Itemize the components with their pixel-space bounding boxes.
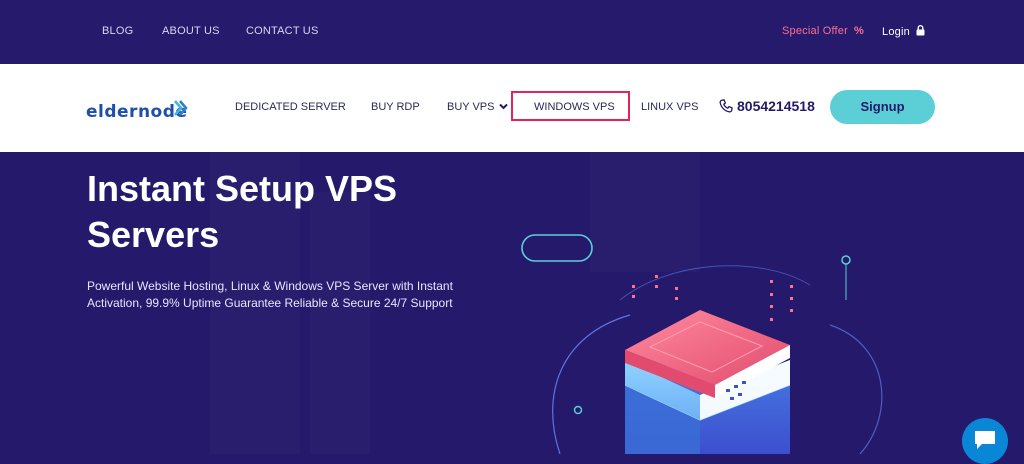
phone-number[interactable]: 8054214518 (719, 98, 815, 114)
nav-dedicated-server[interactable]: DEDICATED SERVER (235, 101, 346, 113)
lock-icon (916, 25, 925, 39)
top-bar: BLOG ABOUT US CONTACT US Special Offer% … (0, 0, 1024, 64)
blog-link[interactable]: BLOG (102, 25, 133, 37)
special-offer-link[interactable]: Special Offer% (782, 25, 864, 37)
signup-button[interactable]: Signup (830, 90, 935, 124)
chat-button[interactable] (962, 418, 1008, 464)
logo-text: eldernode (86, 102, 188, 122)
special-offer-label: Special Offer (782, 25, 848, 37)
about-us-link[interactable]: ABOUT US (162, 25, 220, 37)
login-label: Login (882, 26, 910, 38)
chevron-down-icon (498, 101, 508, 113)
vps-server-illustration (521, 234, 883, 454)
percent-icon: % (853, 25, 864, 37)
hero-subtitle-line-1: Powerful Website Hosting, Linux & Window… (87, 279, 453, 293)
hero-subtitle: Powerful Website Hosting, Linux & Window… (87, 278, 487, 312)
contact-us-link[interactable]: CONTACT US (246, 25, 319, 37)
chat-icon (975, 431, 995, 449)
nav-buy-vps-label: BUY VPS (447, 101, 495, 113)
phone-number-text: 8054214518 (737, 98, 815, 114)
nav-buy-rdp[interactable]: BUY RDP (371, 101, 420, 113)
nav-linux-vps[interactable]: LINUX VPS (641, 101, 698, 113)
windows-vps-highlight (511, 91, 630, 121)
logo-arrows-icon (174, 100, 188, 116)
hero-title: Instant Setup VPS Servers (87, 166, 507, 258)
login-link[interactable]: Login (882, 25, 925, 39)
hero-title-line-2: Servers (87, 214, 220, 255)
hero-title-line-1: Instant Setup VPS (87, 168, 398, 209)
nav-buy-vps[interactable]: BUY VPS (447, 101, 508, 113)
hero-subtitle-line-2: Activation, 99.9% Uptime Guarantee Relia… (87, 296, 453, 310)
phone-icon (719, 99, 733, 113)
